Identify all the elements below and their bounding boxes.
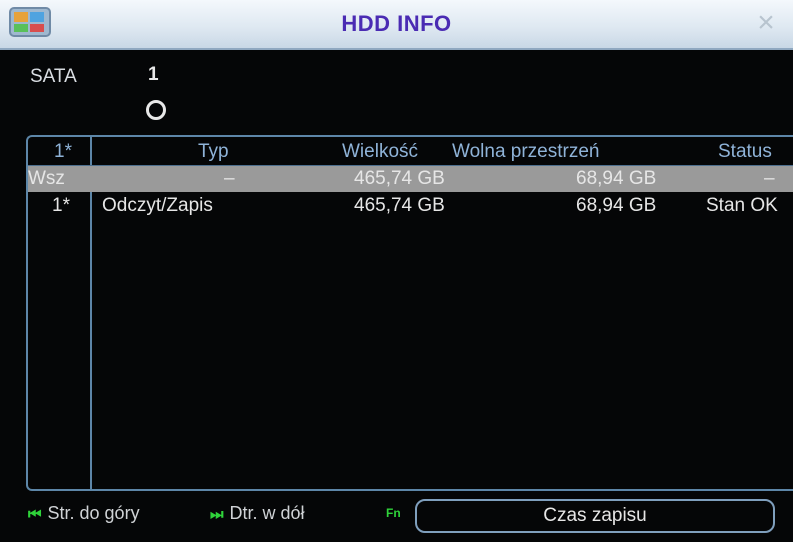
page-down-button[interactable]: ⏭ Dtr. w dół (210, 503, 305, 524)
header-size: Wielkość (342, 141, 419, 162)
window-title: HDD INFO (341, 11, 452, 36)
row-status: – (764, 168, 775, 189)
row-status: Stan OK (706, 195, 778, 216)
header-index: 1* (54, 141, 72, 162)
page-up-icon: ⏮ (28, 506, 42, 523)
page-up-button[interactable]: ⏮ Str. do góry (28, 503, 140, 524)
header-type: Typ (198, 141, 229, 162)
page-up-label: Str. do góry (47, 503, 140, 523)
row-index: 1* (52, 195, 70, 216)
header-status: Status (718, 141, 772, 162)
hdd-table: 1* Typ Wielkość Wolna przestrzeń Status … (26, 135, 793, 491)
sata-port-number: 1 (148, 64, 159, 85)
table-row[interactable]: 1* Odczyt/Zapis 465,74 GB 68,94 GB Stan … (28, 193, 793, 219)
title-bar: HDD INFO × (0, 0, 793, 50)
record-time-button[interactable]: Czas zapisu (415, 499, 775, 533)
row-index: Wsz (28, 168, 65, 189)
sata-label: SATA (30, 66, 77, 87)
row-free-space: 68,94 GB (576, 168, 657, 189)
table-row[interactable]: Wsz – 465,74 GB 68,94 GB – (28, 166, 793, 192)
fn-key-label: Fn (386, 506, 401, 520)
row-size: 465,74 GB (354, 168, 445, 189)
header-free-space: Wolna przestrzeń (452, 141, 600, 162)
close-icon[interactable]: × (751, 8, 781, 38)
row-free-space: 68,94 GB (576, 195, 657, 216)
row-type: – (224, 168, 235, 189)
sata-status-indicator (146, 100, 166, 120)
row-type: Odczyt/Zapis (102, 195, 213, 216)
row-size: 465,74 GB (354, 195, 445, 216)
page-down-icon: ⏭ (210, 506, 224, 523)
page-down-label: Dtr. w dół (229, 503, 305, 523)
hdd-info-window: HDD INFO × SATA 1 1* Typ Wielkość Wolna … (0, 0, 793, 542)
